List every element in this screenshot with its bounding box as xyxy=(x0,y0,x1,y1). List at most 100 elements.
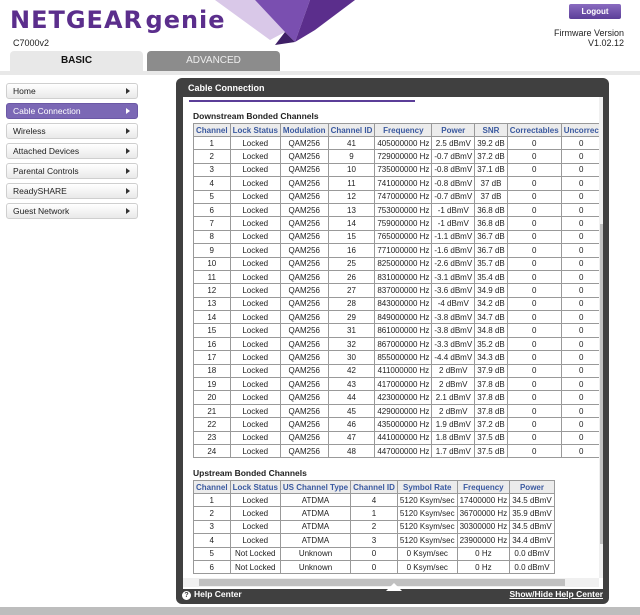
table-cell: Not Locked xyxy=(229,559,281,575)
table-cell: 855000000 Hz xyxy=(374,350,433,365)
downstream-table-row: 20 Locked QAM256 44 423000000 Hz 2.1 dBmV 37.8… xyxy=(193,390,602,405)
table-cell: Locked xyxy=(229,350,281,365)
upstream-table: Channel Lock Status US Channel Type Channel… xyxy=(193,480,555,575)
table-cell: 0 xyxy=(560,417,602,432)
table-cell: 17400000 Hz xyxy=(456,492,511,508)
table-cell: Locked xyxy=(229,443,281,459)
table-cell: 21 xyxy=(193,403,231,419)
content-top-rule xyxy=(189,100,415,102)
table-cell: QAM256 xyxy=(279,202,329,218)
netgear-genie-logo: NETGEAR genie xyxy=(10,6,226,34)
table-cell: 729000000 Hz xyxy=(374,149,433,164)
table-cell: 36.8 dB xyxy=(474,216,508,231)
table-cell: 0 xyxy=(560,350,602,365)
table-cell: 37 dB xyxy=(474,176,508,191)
table-cell: 0 Hz xyxy=(456,546,511,561)
show-hide-help-center-link[interactable]: Show/Hide Help Center xyxy=(509,589,603,599)
table-cell: QAM256 xyxy=(279,323,329,338)
table-cell: 13 xyxy=(327,202,376,218)
table-cell: 0 xyxy=(506,135,562,151)
upstream-table-row: 1 Locked ATDMA 4 5120 Ksym/sec 17400000 Hz 34.… xyxy=(193,492,555,508)
table-cell: 741000000 Hz xyxy=(374,176,433,191)
table-cell: 759000000 Hz xyxy=(374,216,433,231)
tab-basic[interactable]: BASIC xyxy=(10,51,143,71)
downstream-table-row: 17 Locked QAM256 30 855000000 Hz -4.4 dBmV 34.… xyxy=(193,350,602,365)
table-cell: 46 xyxy=(327,417,376,432)
table-cell: 0 xyxy=(506,350,562,365)
table-cell: 7 xyxy=(193,216,231,231)
sidebar-nav: Home Cable Connection Wireless Attached … xyxy=(6,83,138,223)
upstream-section-title: Upstream Bonded Channels xyxy=(193,468,307,478)
table-cell: Locked xyxy=(229,176,281,191)
vertical-scrollbar[interactable] xyxy=(599,97,603,578)
table-cell: Locked xyxy=(229,310,281,325)
chevron-right-icon xyxy=(126,128,130,134)
table-cell: 41 xyxy=(327,135,376,151)
table-cell: 0 Hz xyxy=(456,559,511,575)
table-cell: QAM256 xyxy=(279,377,329,392)
sidebar-item-parental-controls[interactable]: Parental Controls xyxy=(6,163,138,179)
table-cell: 5120 Ksym/sec xyxy=(396,519,458,535)
table-cell: 843000000 Hz xyxy=(374,296,433,312)
table-cell: Locked xyxy=(229,390,281,405)
table-cell: 43 xyxy=(327,377,376,392)
sidebar-item-attached-devices[interactable]: Attached Devices xyxy=(6,143,138,159)
table-cell: 9 xyxy=(193,243,231,258)
chevron-right-icon xyxy=(126,88,130,94)
column-header: Frequency xyxy=(374,123,433,137)
table-cell: 441000000 Hz xyxy=(374,430,433,445)
table-cell: 28 xyxy=(327,296,376,312)
table-cell: 0 xyxy=(506,390,562,405)
table-cell: QAM256 xyxy=(279,443,329,459)
upstream-table-row: 4 Locked ATDMA 3 5120 Ksym/sec 23900000 Hz 34.… xyxy=(193,533,555,548)
column-header: Correctables xyxy=(506,123,562,137)
sidebar-item-readyshare[interactable]: ReadySHARE xyxy=(6,183,138,199)
table-cell: 5 xyxy=(193,189,231,204)
table-cell: 0 xyxy=(506,189,562,204)
expand-triangle-icon[interactable] xyxy=(386,583,402,591)
help-center-link[interactable]: ? Help Center xyxy=(182,589,242,600)
table-cell: -1.6 dBmV xyxy=(431,243,476,258)
column-header: Lock Status xyxy=(229,480,281,494)
table-cell: -3.3 dBmV xyxy=(431,336,476,352)
sidebar-item-wireless[interactable]: Wireless xyxy=(6,123,138,139)
table-cell: Locked xyxy=(229,135,281,151)
tab-advanced[interactable]: ADVANCED xyxy=(147,51,280,71)
table-cell: 37.2 dB xyxy=(474,149,508,164)
table-cell: Locked xyxy=(229,269,281,285)
downstream-table-row: 18 Locked QAM256 42 411000000 Hz 2 dBmV 37.9 d… xyxy=(193,363,602,379)
table-cell: -0.8 dBmV xyxy=(431,176,476,191)
table-cell: 0 xyxy=(560,310,602,325)
chevron-right-icon xyxy=(126,208,130,214)
table-cell: 0 xyxy=(560,162,602,178)
horizontal-scrollbar-thumb[interactable] xyxy=(199,579,565,586)
sidebar-item-home[interactable]: Home xyxy=(6,83,138,99)
table-cell: 30300000 Hz xyxy=(456,519,511,535)
vertical-scrollbar-thumb[interactable] xyxy=(600,224,603,544)
table-cell: 0 xyxy=(506,243,562,258)
table-cell: 0.0 dBmV xyxy=(509,559,555,575)
table-cell: QAM256 xyxy=(279,403,329,419)
table-cell: 23 xyxy=(193,430,231,445)
table-cell: 0 xyxy=(506,229,562,245)
table-cell: 37.8 dB xyxy=(474,390,508,405)
logout-button[interactable]: Logout xyxy=(569,4,621,19)
table-cell: 3 xyxy=(193,519,231,535)
table-cell: 15 xyxy=(327,229,376,245)
table-cell: 36700000 Hz xyxy=(456,506,511,521)
table-cell: -1 dBmV xyxy=(431,216,476,231)
table-cell: -3.6 dBmV xyxy=(431,283,476,298)
sidebar-item-guest-network[interactable]: Guest Network xyxy=(6,203,138,219)
column-header: Channel ID xyxy=(327,123,376,137)
downstream-table-row: 21 Locked QAM256 45 429000000 Hz 2 dBmV 37.8 d… xyxy=(193,403,602,419)
table-cell: 0 xyxy=(560,202,602,218)
table-cell: 0 xyxy=(560,229,602,245)
table-cell: 2 dBmV xyxy=(431,403,476,419)
table-cell: 32 xyxy=(327,336,376,352)
table-cell: 35.4 dB xyxy=(474,269,508,285)
table-cell: 16 xyxy=(193,336,231,352)
table-cell: 753000000 Hz xyxy=(374,202,433,218)
table-cell: 0 xyxy=(560,189,602,204)
column-header: US Channel Type xyxy=(279,480,352,494)
sidebar-item-cable-connection[interactable]: Cable Connection xyxy=(6,103,138,119)
